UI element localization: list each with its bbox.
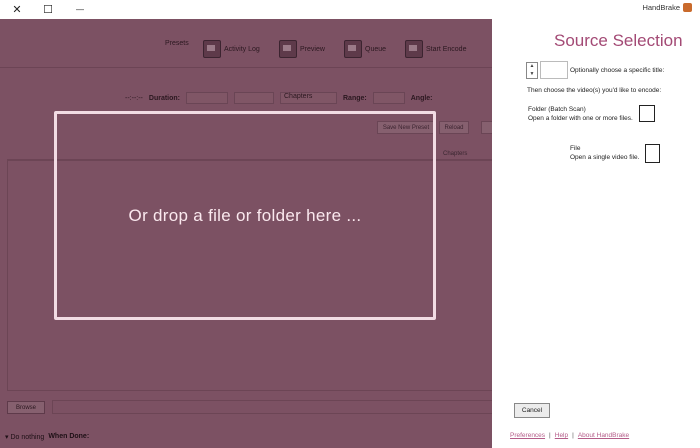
when-done-label: When Done: (48, 433, 90, 440)
range-label: Range: (343, 94, 367, 102)
browse-button[interactable]: Browse (7, 401, 45, 414)
source-options-row: --:--:-- Duration: Chapters Range: Angle… (125, 92, 433, 104)
status-bar: ▾ Do nothing When Done: (5, 433, 89, 441)
toolbar-divider (0, 67, 492, 68)
spinner-up-icon[interactable]: ▲ (527, 63, 537, 71)
angle-label: Angle: (410, 94, 433, 102)
file-option-desc: Open a single video file. (570, 154, 640, 161)
tab-chapters[interactable]: Chapters (443, 151, 467, 157)
preset-arrow-button[interactable] (481, 121, 492, 134)
file-icon (645, 144, 661, 163)
cancel-button[interactable]: Cancel (514, 403, 550, 418)
chapter-end-select[interactable] (186, 92, 228, 104)
activity-log-icon (203, 40, 221, 58)
drop-zone[interactable]: Or drop a file or folder here ... (54, 111, 436, 320)
play-icon (405, 40, 423, 58)
when-done-dropdown[interactable]: ▾ Do nothing (5, 433, 44, 441)
spinner-down-icon[interactable]: ▼ (527, 71, 537, 79)
title-prompt-label: Optionally choose a specific title: (570, 67, 665, 74)
handbrake-logo-icon (683, 3, 692, 12)
reload-preset-button[interactable]: Reload (439, 121, 469, 134)
activity-log-label: Activity Log (224, 45, 260, 53)
title-number-input[interactable] (540, 61, 568, 79)
duration-value: --:--:-- (125, 94, 143, 102)
folder-option-desc: Open a folder with one or more files. (528, 115, 633, 122)
preview-icon (279, 40, 297, 58)
title-spinner[interactable]: ▲ ▼ (526, 62, 538, 79)
source-selection-panel: Source Selection ▲ ▼ Optionally choose a… (492, 19, 700, 448)
close-icon: ✕ (12, 4, 22, 16)
close-window-button[interactable]: ✕ (0, 0, 34, 19)
toolbar: Start Encode Queue Preview Activity Log … (0, 37, 492, 65)
file-option-title: File (570, 145, 581, 152)
app-title: HandBrake (642, 3, 692, 12)
folder-option-text: Folder (Batch Scan) Open a folder with o… (528, 105, 633, 123)
help-link[interactable]: Help (555, 432, 568, 439)
choose-prompt-label: Then choose the video(s) you'd like to e… (527, 87, 662, 94)
preview-label: Preview (300, 45, 325, 53)
about-link[interactable]: About HandBrake (578, 432, 629, 439)
folder-option-title: Folder (Batch Scan) (528, 106, 586, 113)
maximize-window-button[interactable]: ☐ (31, 0, 65, 19)
chevron-down-icon: ▾ (5, 434, 9, 441)
minimize-window-button[interactable]: — (63, 0, 97, 19)
preview-button[interactable]: Preview (279, 40, 325, 58)
activity-log-button[interactable]: Activity Log (203, 40, 260, 58)
file-option-text: File Open a single video file. (570, 144, 639, 162)
footer-links: Preferences | Help | About HandBrake (510, 432, 629, 439)
duration-label: Duration: (148, 94, 180, 102)
when-done-value: Do nothing (10, 434, 45, 441)
title-bar: ✕ ☐ — HandBrake (0, 0, 700, 19)
folder-icon (638, 105, 655, 122)
start-encode-label: Start Encode (426, 45, 467, 53)
chapter-start-select[interactable] (234, 92, 274, 104)
drop-zone-text: Or drop a file or folder here ... (128, 205, 362, 225)
preferences-link[interactable]: Preferences (510, 432, 545, 439)
maximize-icon: ☐ (43, 4, 53, 16)
angle-select[interactable] (372, 92, 405, 104)
queue-button[interactable]: Queue (344, 40, 386, 58)
destination-path-input[interactable] (52, 400, 492, 414)
presets-button[interactable]: Presets (165, 40, 189, 47)
panel-title: Source Selection (554, 31, 683, 50)
presets-label: Presets (165, 40, 189, 47)
start-encode-button[interactable]: Start Encode (405, 40, 466, 58)
file-option[interactable]: File Open a single video file. (570, 144, 661, 163)
footer-separator: | (549, 432, 551, 439)
queue-label: Queue (365, 45, 387, 53)
folder-option[interactable]: Folder (Batch Scan) Open a folder with o… (528, 105, 655, 123)
minimize-icon: — (76, 5, 84, 14)
range-select[interactable]: Chapters (280, 92, 337, 104)
window-title: HandBrake (642, 3, 680, 12)
queue-icon (344, 40, 362, 58)
footer-separator: | (572, 432, 574, 439)
